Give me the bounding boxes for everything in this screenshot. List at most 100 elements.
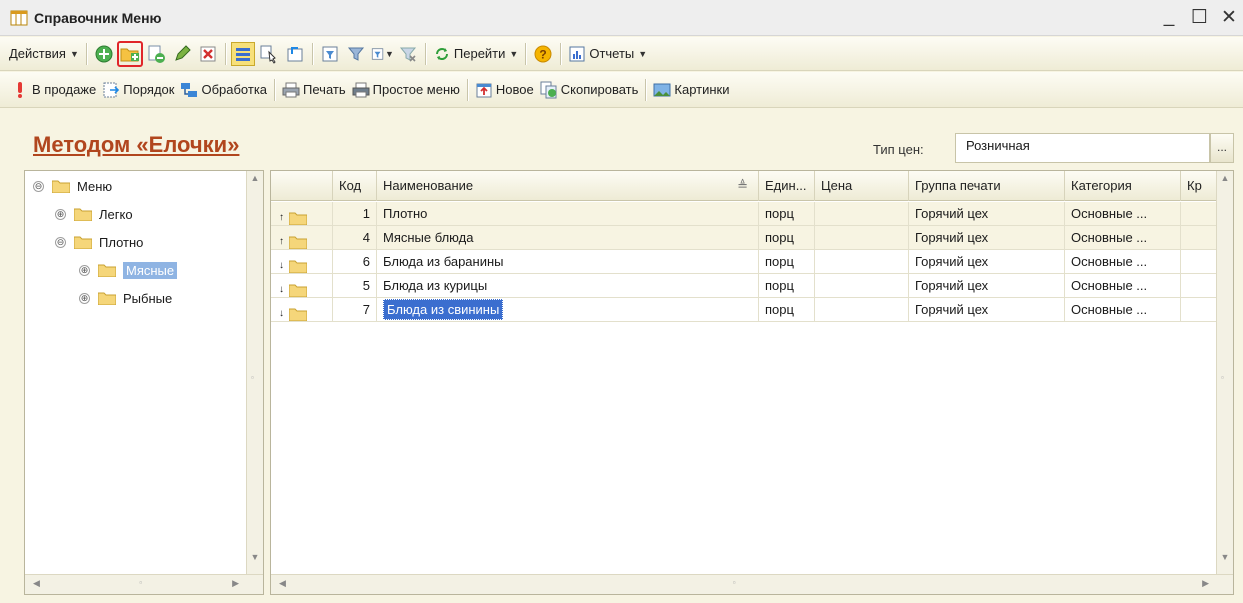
- actions-menu[interactable]: Действия ▼: [6, 41, 82, 67]
- column-header-price[interactable]: Цена: [815, 171, 909, 201]
- filter-list-icon[interactable]: ▼: [370, 42, 394, 66]
- tree-item-menu[interactable]: ⊖ Меню: [33, 173, 112, 199]
- new-button[interactable]: Новое: [472, 77, 537, 103]
- expand-icon[interactable]: ⊕: [79, 292, 90, 304]
- scroll-left-icon[interactable]: ◀: [279, 578, 286, 589]
- cell-code[interactable]: 1: [333, 202, 377, 226]
- help-icon[interactable]: ?: [531, 42, 555, 66]
- scroll-up-icon[interactable]: ▲: [1217, 173, 1233, 191]
- hierarchy-icon[interactable]: [257, 42, 281, 66]
- table-row[interactable]: ↓ 5 Блюда из курицы порц Горячий цех Основные…: [271, 274, 1218, 298]
- row-type-cell[interactable]: ↑: [271, 202, 333, 226]
- cell-unit[interactable]: порц: [759, 226, 815, 250]
- filter-icon[interactable]: [344, 42, 368, 66]
- column-header-code[interactable]: Код: [333, 171, 377, 201]
- cell-extra[interactable]: [1181, 274, 1218, 298]
- cell-name[interactable]: Мясные блюда: [377, 226, 759, 250]
- cell-print-group[interactable]: Горячий цех: [909, 202, 1065, 226]
- scroll-down-icon[interactable]: ▼: [247, 552, 263, 570]
- table-vertical-scrollbar[interactable]: ▲ ▫ ▼: [1216, 171, 1233, 574]
- cell-print-group[interactable]: Горячий цех: [909, 298, 1065, 322]
- print-button[interactable]: Печать: [279, 77, 349, 103]
- page-title[interactable]: Методом «Елочки»: [33, 132, 239, 158]
- cell-extra[interactable]: [1181, 202, 1218, 226]
- items-table[interactable]: Код Наименование ≜ Един... Цена Группа п…: [270, 170, 1234, 595]
- copy-button[interactable]: Скопировать: [537, 77, 642, 103]
- minimize-button[interactable]: _: [1161, 6, 1177, 29]
- tree-item-dense[interactable]: ⊖ Плотно: [55, 229, 143, 255]
- cell-price[interactable]: [815, 202, 909, 226]
- table-row[interactable]: ↓ 6 Блюда из баранины порц Горячий цех Основн…: [271, 250, 1218, 274]
- scroll-left-icon[interactable]: ◀: [33, 578, 40, 589]
- price-type-field[interactable]: Розничная: [955, 133, 1210, 163]
- reports-menu[interactable]: Отчеты ▼: [565, 41, 650, 67]
- column-header-extra[interactable]: Кр: [1181, 171, 1218, 201]
- delete-icon[interactable]: [196, 42, 220, 66]
- cell-price[interactable]: [815, 298, 909, 322]
- cell-code[interactable]: 5: [333, 274, 377, 298]
- column-header-unit[interactable]: Един...: [759, 171, 815, 201]
- cell-extra[interactable]: [1181, 250, 1218, 274]
- cell-name[interactable]: Плотно: [377, 202, 759, 226]
- cell-extra[interactable]: [1181, 298, 1218, 322]
- row-type-cell[interactable]: ↓: [271, 298, 333, 322]
- cell-price[interactable]: [815, 274, 909, 298]
- cell-print-group[interactable]: Горячий цех: [909, 226, 1065, 250]
- table-row[interactable]: ↑ 4 Мясные блюда порц Горячий цех Основные ..…: [271, 226, 1218, 250]
- cell-unit[interactable]: порц: [759, 274, 815, 298]
- column-header-name[interactable]: Наименование ≜: [377, 171, 759, 201]
- processing-button[interactable]: Обработка: [177, 77, 270, 103]
- scroll-down-icon[interactable]: ▼: [1217, 552, 1233, 570]
- row-type-cell[interactable]: ↑: [271, 226, 333, 250]
- cell-name[interactable]: Блюда из курицы: [377, 274, 759, 298]
- tree-item-meat[interactable]: ⊕ Мясные: [79, 257, 178, 283]
- row-type-cell[interactable]: ↓: [271, 274, 333, 298]
- cell-unit[interactable]: порц: [759, 202, 815, 226]
- filter-set-icon[interactable]: [318, 42, 342, 66]
- cell-extra[interactable]: [1181, 226, 1218, 250]
- group-tree[interactable]: ⊖ Меню ⊕ Легко ⊖ Плотно ⊕ Мясные ⊕ Рыбны…: [24, 170, 264, 595]
- cell-code[interactable]: 4: [333, 226, 377, 250]
- collapse-icon[interactable]: ⊖: [55, 236, 66, 248]
- table-row[interactable]: ↓ 7 Блюда из свинины порц Горячий цех Основны…: [271, 298, 1218, 322]
- table-row[interactable]: ↑ 1 Плотно порц Горячий цех Основные ...: [271, 202, 1218, 226]
- copy-item-icon[interactable]: [144, 42, 168, 66]
- maximize-button[interactable]: ☐: [1191, 6, 1208, 29]
- cell-category[interactable]: Основные ...: [1065, 226, 1181, 250]
- expand-icon[interactable]: ⊕: [79, 264, 90, 276]
- cell-unit[interactable]: порц: [759, 250, 815, 274]
- cell-code[interactable]: 6: [333, 250, 377, 274]
- expand-icon[interactable]: ⊕: [55, 208, 66, 220]
- table-horizontal-scrollbar[interactable]: ◀ ▫ ▶: [271, 574, 1233, 594]
- clear-filter-icon[interactable]: [396, 42, 420, 66]
- tree-item-light[interactable]: ⊕ Легко: [55, 201, 133, 227]
- pictures-button[interactable]: Картинки: [650, 77, 732, 103]
- list-view-icon[interactable]: [230, 41, 255, 66]
- on-sale-button[interactable]: В продаже: [8, 77, 99, 103]
- cell-price[interactable]: [815, 226, 909, 250]
- scroll-right-icon[interactable]: ▶: [1202, 578, 1209, 589]
- goto-menu[interactable]: Перейти ▼: [430, 41, 521, 67]
- close-button[interactable]: ✕: [1221, 6, 1237, 29]
- cell-print-group[interactable]: Горячий цех: [909, 274, 1065, 298]
- column-header-print-group[interactable]: Группа печати: [909, 171, 1065, 201]
- cell-category[interactable]: Основные ...: [1065, 298, 1181, 322]
- row-type-cell[interactable]: ↓: [271, 250, 333, 274]
- column-header-icon[interactable]: [271, 171, 333, 201]
- tree-item-fish[interactable]: ⊕ Рыбные: [79, 285, 172, 311]
- simple-menu-button[interactable]: Простое меню: [349, 77, 463, 103]
- cell-code[interactable]: 7: [333, 298, 377, 322]
- price-type-select-button[interactable]: ...: [1210, 133, 1234, 163]
- column-header-category[interactable]: Категория: [1065, 171, 1181, 201]
- cell-name[interactable]: Блюда из баранины: [377, 250, 759, 274]
- collapse-icon[interactable]: ⊖: [33, 180, 44, 192]
- cell-category[interactable]: Основные ...: [1065, 202, 1181, 226]
- edit-icon[interactable]: [170, 42, 194, 66]
- cell-price[interactable]: [815, 250, 909, 274]
- cell-print-group[interactable]: Горячий цех: [909, 250, 1065, 274]
- tree-horizontal-scrollbar[interactable]: ◀ ▫ ▶: [25, 574, 263, 594]
- cell-unit[interactable]: порц: [759, 298, 815, 322]
- navigate-up-icon[interactable]: [283, 42, 307, 66]
- cell-category[interactable]: Основные ...: [1065, 274, 1181, 298]
- add-group-icon[interactable]: [116, 40, 143, 67]
